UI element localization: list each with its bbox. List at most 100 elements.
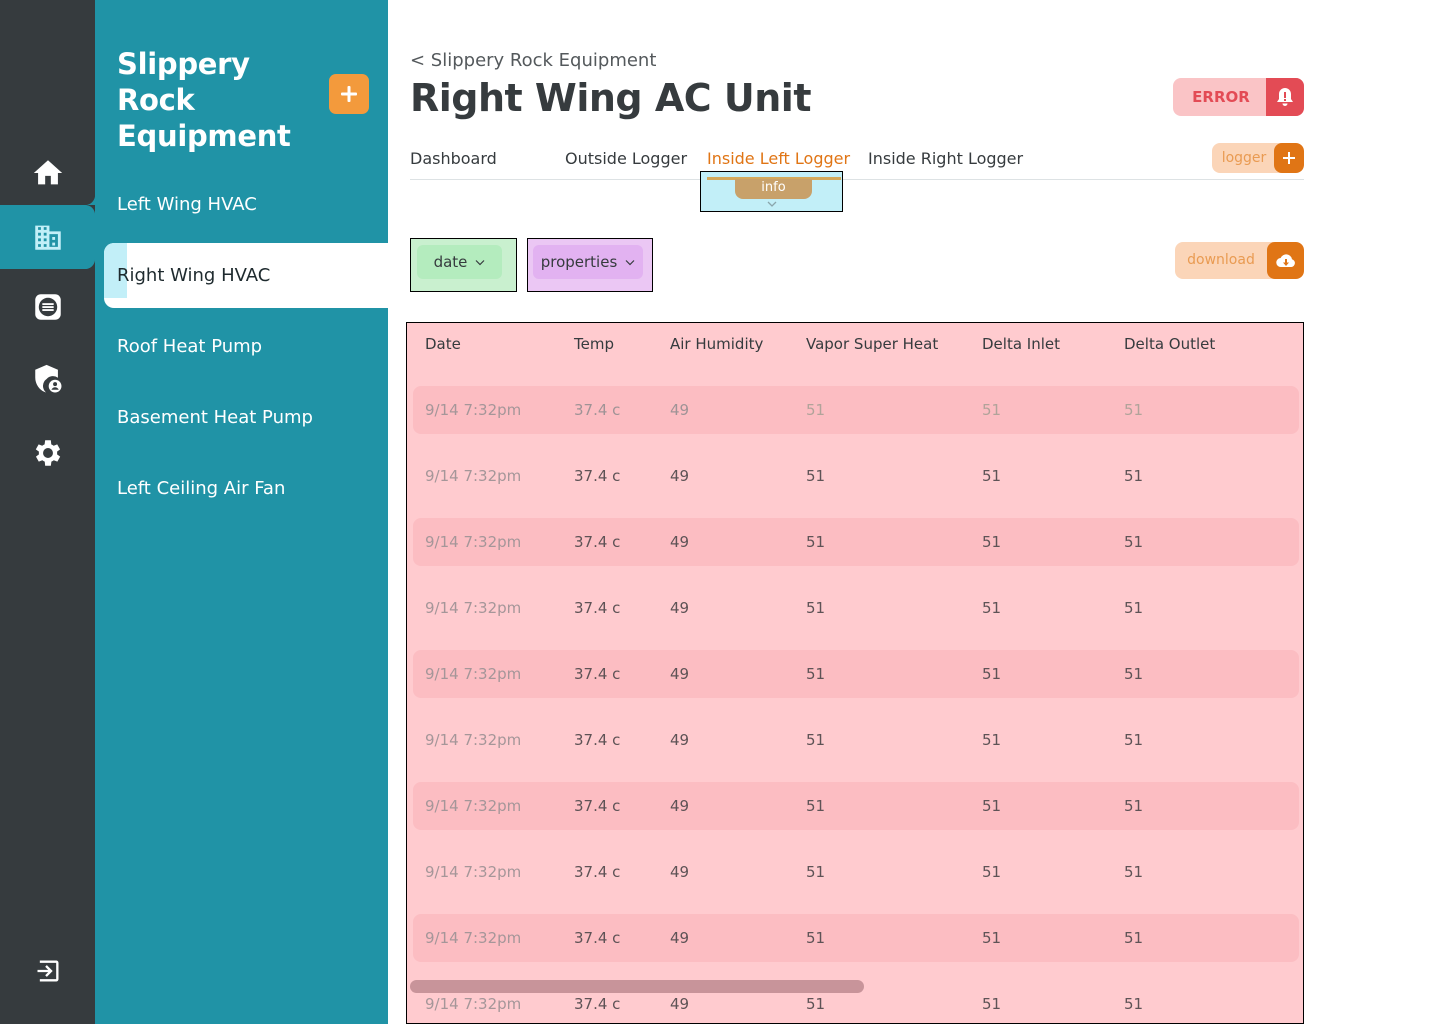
- cell-delta-inlet: 51: [982, 599, 1002, 617]
- cell-air-humidity: 49: [670, 665, 690, 683]
- cell-air-humidity: 49: [670, 995, 690, 1013]
- cell-air-humidity: 49: [670, 929, 690, 947]
- tab-inside-right-logger[interactable]: Inside Right Logger: [868, 146, 1023, 172]
- list-icon: [34, 294, 61, 320]
- date-filter-dropdown[interactable]: date: [417, 245, 502, 279]
- cell-air-humidity: 49: [670, 863, 690, 881]
- cell-vapor-super-heat: 51: [806, 467, 826, 485]
- cell-vapor-super-heat: 51: [806, 863, 826, 881]
- cell-delta-inlet: 51: [982, 863, 1002, 881]
- cell-date: 9/14 7:32pm: [425, 533, 522, 551]
- add-logger-button[interactable]: logger: [1212, 143, 1304, 173]
- column-header-date[interactable]: Date: [425, 335, 461, 353]
- shield-user-icon: [34, 364, 61, 393]
- tab-outside-logger[interactable]: Outside Logger: [565, 146, 687, 172]
- cell-delta-outlet: 51: [1124, 599, 1144, 617]
- cell-air-humidity: 49: [670, 533, 690, 551]
- properties-filter-label: properties: [540, 253, 618, 271]
- table-row[interactable]: [413, 848, 1299, 896]
- sidebar-item-roof-heat-pump[interactable]: Roof Heat Pump: [117, 327, 262, 367]
- cell-date: 9/14 7:32pm: [425, 467, 522, 485]
- cell-delta-outlet: 51: [1124, 401, 1144, 419]
- column-header-temp[interactable]: Temp: [574, 335, 614, 353]
- tab-dashboard[interactable]: Dashboard: [410, 146, 497, 172]
- rail-logs[interactable]: [0, 275, 95, 339]
- rail-home[interactable]: [0, 141, 95, 205]
- table-row[interactable]: [413, 716, 1299, 764]
- rail-logout[interactable]: [0, 939, 95, 1003]
- table-row[interactable]: [413, 386, 1299, 434]
- cell-vapor-super-heat: 51: [806, 731, 826, 749]
- cell-date: 9/14 7:32pm: [425, 797, 522, 815]
- sidebar-item-left-ceiling-air-fan[interactable]: Left Ceiling Air Fan: [117, 469, 285, 509]
- tabs-divider: [410, 179, 1304, 180]
- cell-delta-outlet: 51: [1124, 929, 1144, 947]
- cell-date: 9/14 7:32pm: [425, 665, 522, 683]
- add-equipment-button[interactable]: [329, 74, 369, 114]
- cell-delta-inlet: 51: [982, 665, 1002, 683]
- cell-delta-inlet: 51: [982, 533, 1002, 551]
- cell-date: 9/14 7:32pm: [425, 731, 522, 749]
- column-header-delta-inlet[interactable]: Delta Inlet: [982, 335, 1060, 353]
- cell-air-humidity: 49: [670, 467, 690, 485]
- cell-vapor-super-heat: 51: [806, 797, 826, 815]
- rail-settings[interactable]: [0, 421, 95, 485]
- column-header-vapor-super-heat[interactable]: Vapor Super Heat: [806, 335, 938, 353]
- rail-buildings[interactable]: [0, 205, 95, 269]
- tab-inside-left-logger[interactable]: Inside Left Logger: [707, 146, 850, 172]
- sidebar-item-right-wing-hvac[interactable]: Right Wing HVAC: [117, 256, 270, 296]
- alert-bell-icon: [1266, 78, 1304, 116]
- cloud-download-icon: [1267, 242, 1304, 279]
- cell-date: 9/14 7:32pm: [425, 401, 522, 419]
- breadcrumb[interactable]: < Slippery Rock Equipment: [410, 50, 656, 71]
- download-label: download: [1187, 252, 1255, 268]
- cell-delta-outlet: 51: [1124, 533, 1144, 551]
- table-row[interactable]: [413, 782, 1299, 830]
- cell-delta-inlet: 51: [982, 797, 1002, 815]
- cell-date: 9/14 7:32pm: [425, 929, 522, 947]
- home-icon: [33, 160, 62, 185]
- column-header-delta-outlet[interactable]: Delta Outlet: [1124, 335, 1215, 353]
- rail-security[interactable]: [0, 347, 95, 411]
- column-header-air-humidity[interactable]: Air Humidity: [670, 335, 763, 353]
- building-icon: [34, 225, 61, 250]
- table-row[interactable]: [413, 584, 1299, 632]
- download-button[interactable]: download: [1175, 242, 1304, 279]
- horizontal-scrollbar[interactable]: [410, 980, 864, 993]
- cell-temp: 37.4 c: [574, 863, 621, 881]
- cell-delta-outlet: 51: [1124, 467, 1144, 485]
- chevron-down-icon: [625, 259, 635, 265]
- cell-vapor-super-heat: 51: [806, 929, 826, 947]
- sidebar-item-left-wing-hvac[interactable]: Left Wing HVAC: [117, 185, 257, 225]
- table-row[interactable]: [413, 650, 1299, 698]
- properties-filter-dropdown[interactable]: properties: [533, 245, 643, 279]
- cell-delta-inlet: 51: [982, 401, 1002, 419]
- info-toggle[interactable]: info: [735, 179, 812, 199]
- plus-icon: [341, 86, 357, 102]
- cell-temp: 37.4 c: [574, 995, 621, 1013]
- cell-delta-outlet: 51: [1124, 995, 1144, 1013]
- cell-temp: 37.4 c: [574, 467, 621, 485]
- cell-vapor-super-heat: 51: [806, 995, 826, 1013]
- cell-temp: 37.4 c: [574, 797, 621, 815]
- page-title: Right Wing AC Unit: [410, 76, 811, 120]
- table-row[interactable]: [413, 914, 1299, 962]
- cell-vapor-super-heat: 51: [806, 401, 826, 419]
- status-badge[interactable]: ERROR: [1173, 78, 1304, 116]
- table-row[interactable]: [413, 518, 1299, 566]
- cell-temp: 37.4 c: [574, 929, 621, 947]
- cell-date: 9/14 7:32pm: [425, 599, 522, 617]
- cell-date: 9/14 7:32pm: [425, 863, 522, 881]
- cell-delta-inlet: 51: [982, 995, 1002, 1013]
- cell-temp: 37.4 c: [574, 401, 621, 419]
- table-row[interactable]: [413, 452, 1299, 500]
- cell-delta-outlet: 51: [1124, 797, 1144, 815]
- cell-air-humidity: 49: [670, 401, 690, 419]
- cell-delta-inlet: 51: [982, 731, 1002, 749]
- cell-delta-inlet: 51: [982, 467, 1002, 485]
- panel-title: Slippery Rock Equipment: [117, 47, 291, 153]
- cell-vapor-super-heat: 51: [806, 599, 826, 617]
- logger-label: logger: [1221, 150, 1267, 166]
- cell-air-humidity: 49: [670, 599, 690, 617]
- sidebar-item-basement-heat-pump[interactable]: Basement Heat Pump: [117, 398, 313, 438]
